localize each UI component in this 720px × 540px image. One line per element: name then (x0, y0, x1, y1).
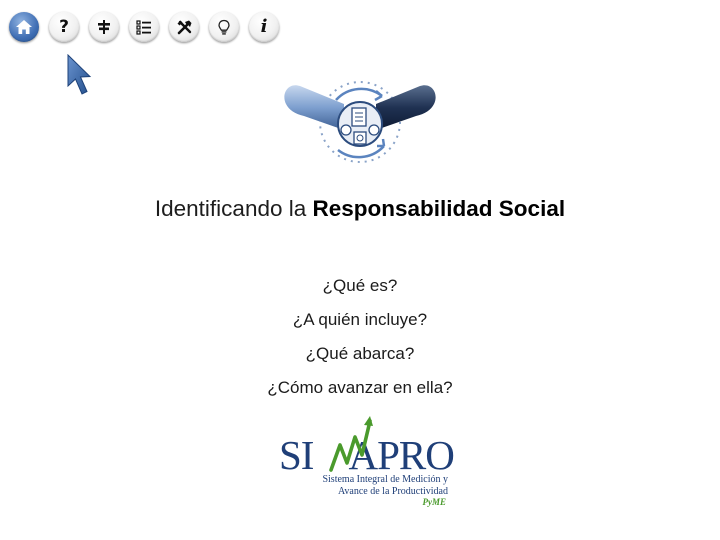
info-icon: i (260, 16, 268, 37)
page-title: Identificando la Responsabilidad Social (0, 196, 720, 222)
capsule-illustration (278, 76, 442, 168)
logo-word-left: SI (279, 432, 314, 478)
home-button[interactable] (9, 12, 39, 42)
menu-item-que-abarca[interactable]: ¿Qué abarca? (0, 341, 720, 375)
lightbulb-icon (217, 19, 231, 36)
signpost-icon (96, 19, 112, 35)
title-prefix: Identificando la (154, 196, 307, 221)
list-icon (136, 19, 152, 35)
home-icon (15, 19, 33, 35)
logo-line-1: Sistema Integral de Medición y (322, 474, 448, 485)
menu-item-como-avanzar[interactable]: ¿Cómo avanzar en ella? (0, 375, 720, 409)
toolbar: ? i (9, 12, 289, 44)
info-button[interactable]: i (249, 12, 279, 42)
logo-pyme: PyME (422, 497, 447, 507)
title-emphasis: Responsabilidad Social (312, 196, 566, 221)
topic-menu: ¿Qué es? ¿A quién incluye? ¿Qué abarca? … (0, 273, 720, 409)
tools-button[interactable] (169, 12, 199, 42)
tools-icon (176, 19, 193, 36)
map-button[interactable] (89, 12, 119, 42)
logo-line-2: Avance de la Productividad (337, 486, 448, 497)
index-button[interactable] (129, 12, 159, 42)
question-mark-icon: ? (59, 16, 69, 37)
mouse-cursor-icon (66, 53, 94, 102)
menu-item-que-es[interactable]: ¿Qué es? (0, 273, 720, 307)
tips-button[interactable] (209, 12, 239, 42)
simapro-logo: SI APRO Sistema Integral de Medición y Av… (276, 415, 456, 511)
help-button[interactable]: ? (49, 12, 79, 42)
menu-item-a-quien-incluye[interactable]: ¿A quién incluye? (0, 307, 720, 341)
logo-m-swoosh-icon (329, 416, 373, 472)
